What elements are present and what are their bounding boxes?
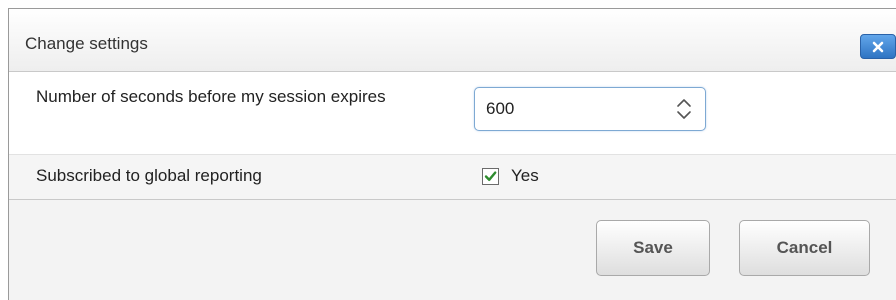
global-reporting-checkbox-label[interactable]: Yes [511,163,539,189]
session-timeout-stepper[interactable]: 600 [474,87,706,131]
cancel-button[interactable]: Cancel [739,220,870,276]
dialog-title: Change settings [25,34,148,53]
session-timeout-row: Number of seconds before my session expi… [9,72,896,155]
close-button[interactable] [860,34,896,59]
global-reporting-label: Subscribed to global reporting [36,166,262,185]
save-button[interactable]: Save [596,220,710,276]
global-reporting-checkbox[interactable] [482,168,499,185]
dialog-footer: Save Cancel [9,200,896,300]
checkmark-icon [484,171,497,181]
dialog-titlebar: Change settings [9,9,896,72]
change-settings-dialog: Change settings Number of seconds before… [8,8,896,300]
session-timeout-value[interactable]: 600 [486,99,514,119]
settings-form: Number of seconds before my session expi… [9,72,896,200]
stepper-arrows-icon[interactable] [673,96,695,122]
session-timeout-label: Number of seconds before my session expi… [36,87,386,106]
global-reporting-row: Subscribed to global reporting Yes [9,155,896,199]
close-icon [872,41,884,52]
